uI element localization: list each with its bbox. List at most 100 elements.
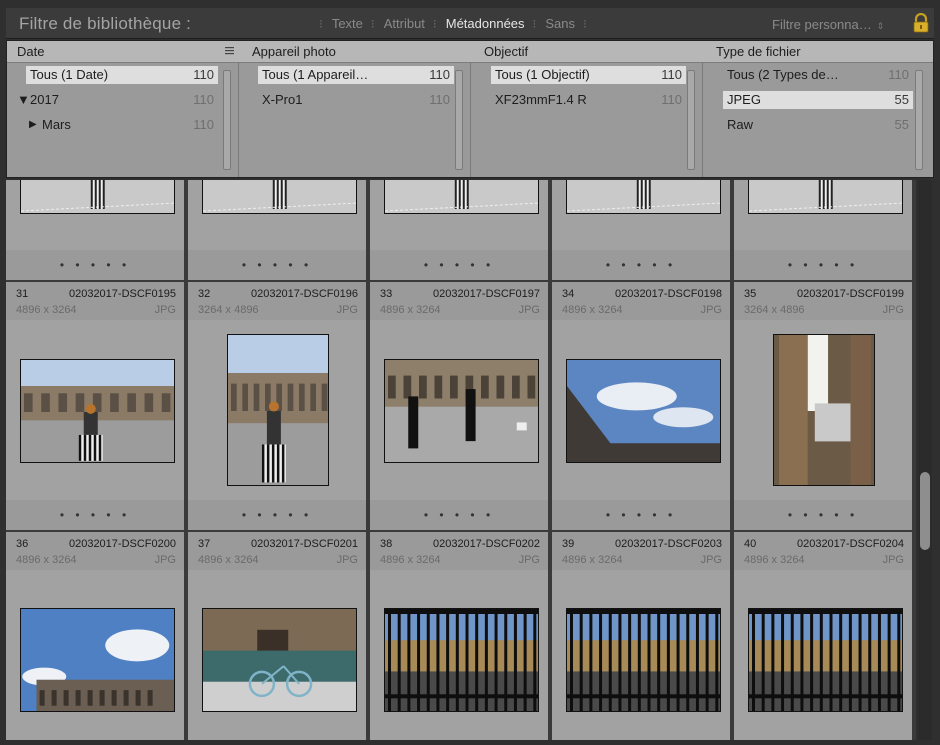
collapse-triangle-icon[interactable]: ▶ xyxy=(29,119,37,130)
tab-text[interactable]: Texte xyxy=(332,16,363,31)
photo-thumbnail[interactable] xyxy=(748,180,903,214)
filter-bar-title: Filtre de bibliothèque : xyxy=(19,14,192,33)
photo-index: 37 xyxy=(198,538,211,550)
column-header-date[interactable]: Date xyxy=(17,44,44,59)
photo-dimensions: 4896 x 3264 xyxy=(744,554,805,566)
photo-thumbnail[interactable] xyxy=(20,180,175,214)
cell-dots: • • • • • xyxy=(605,508,677,522)
photo-thumbnail[interactable] xyxy=(384,608,539,712)
column-header-camera[interactable]: Appareil photo xyxy=(252,44,336,59)
list-item[interactable]: ▼ 2017 110 xyxy=(13,91,218,109)
photo-thumbnail[interactable] xyxy=(202,608,357,712)
grid-cell[interactable]: 31 02032017-DSCF0195 4896 x 3264 JPG • • • •… xyxy=(6,282,186,530)
grid-cell[interactable]: 39 02032017-DSCF0203 4896 x 3264 JPG xyxy=(552,532,732,740)
grid-cell[interactable]: 33 02032017-DSCF0197 4896 x 3264 JPG • • • •… xyxy=(370,282,550,530)
list-item[interactable]: JPEG 55 xyxy=(723,91,913,109)
column-scrollbar[interactable] xyxy=(915,70,923,170)
photo-extension: JPG xyxy=(336,554,358,566)
tab-metadata[interactable]: Métadonnées xyxy=(446,16,525,31)
photo-extension: JPG xyxy=(154,304,176,316)
photo-extension: JPG xyxy=(700,304,722,316)
photo-index: 32 xyxy=(198,288,211,300)
cell-header: 40 02032017-DSCF0204 4896 x 3264 JPG xyxy=(734,532,912,570)
list-item[interactable]: Tous (1 Date) 110 xyxy=(26,66,218,84)
library-window: Filtre de bibliothèque : ⁝ Texte ⁝ Attri… xyxy=(0,0,940,745)
grid-cell[interactable]: 36 02032017-DSCF0200 4896 x 3264 JPG xyxy=(6,532,186,740)
grid-cell[interactable]: 32 02032017-DSCF0196 3264 x 4896 JPG • • • •… xyxy=(188,282,368,530)
cell-footer: • • • • • xyxy=(734,250,912,280)
cell-dots: • • • • • xyxy=(59,508,131,522)
photo-thumbnail[interactable] xyxy=(566,359,721,463)
grid-cell-partial[interactable]: • • • • • xyxy=(734,180,914,280)
column-menu-icon[interactable] xyxy=(225,46,234,55)
cell-dots: • • • • • xyxy=(787,508,859,522)
cell-footer: • • • • • xyxy=(6,500,184,530)
list-item[interactable]: Tous (2 Types de… 110 xyxy=(723,66,913,84)
photo-thumbnail[interactable] xyxy=(566,608,721,712)
grid-cell[interactable]: 40 02032017-DSCF0204 4896 x 3264 JPG xyxy=(734,532,914,740)
column-header-lens[interactable]: Objectif xyxy=(484,44,528,59)
grid-cell-partial[interactable]: • • • • • xyxy=(370,180,550,280)
photo-dimensions: 3264 x 4896 xyxy=(744,304,805,316)
cell-footer: • • • • • xyxy=(188,500,366,530)
cell-footer: • • • • • xyxy=(370,250,548,280)
grid-cell[interactable]: 38 02032017-DSCF0202 4896 x 3264 JPG xyxy=(370,532,550,740)
photo-thumbnail[interactable] xyxy=(748,608,903,712)
list-item[interactable]: Tous (1 Appareil… 110 xyxy=(258,66,454,84)
photo-thumbnail[interactable] xyxy=(202,180,357,214)
photo-extension: JPG xyxy=(154,554,176,566)
cell-dots: • • • • • xyxy=(423,508,495,522)
cell-dots: • • • • • xyxy=(241,508,313,522)
photo-index: 39 xyxy=(562,538,575,550)
photo-thumbnail[interactable] xyxy=(227,334,329,486)
padlock-icon[interactable] xyxy=(912,13,930,33)
grid-scrollbar[interactable] xyxy=(918,180,932,740)
photo-thumbnail[interactable] xyxy=(384,180,539,214)
grid-cell-partial[interactable]: • • • • • xyxy=(552,180,732,280)
photo-thumbnail[interactable] xyxy=(773,334,875,486)
photo-thumbnail[interactable] xyxy=(566,180,721,214)
cell-footer: • • • • • xyxy=(6,250,184,280)
metadata-browser: Date Appareil photo Objectif Type de fic… xyxy=(6,40,934,178)
custom-filter-dropdown[interactable]: Filtre personna… ⇕ xyxy=(772,17,884,32)
photo-extension: JPG xyxy=(882,304,904,316)
grid-cell-partial[interactable]: • • • • • xyxy=(188,180,368,280)
tab-attribute[interactable]: Attribut xyxy=(384,16,425,31)
column-scrollbar[interactable] xyxy=(455,70,463,170)
photo-thumbnail[interactable] xyxy=(20,359,175,463)
column-scrollbar[interactable] xyxy=(687,70,695,170)
list-item[interactable]: ▶ Mars 110 xyxy=(25,116,218,134)
grid-cell-partial[interactable]: • • • • • xyxy=(6,180,186,280)
cell-header: 38 02032017-DSCF0202 4896 x 3264 JPG xyxy=(370,532,548,570)
tab-none[interactable]: Sans xyxy=(545,16,575,31)
cell-dots: • • • • • xyxy=(605,258,677,272)
metadata-column-lens: Tous (1 Objectif) 110 XF23mmF1.4 R 110 xyxy=(471,63,703,177)
list-item[interactable]: Raw 55 xyxy=(723,116,913,134)
column-header-filetype[interactable]: Type de fichier xyxy=(716,44,801,59)
cell-footer: • • • • • xyxy=(552,500,730,530)
list-item[interactable]: X-Pro1 110 xyxy=(258,91,454,109)
list-item[interactable]: Tous (1 Objectif) 110 xyxy=(491,66,686,84)
photo-index: 36 xyxy=(16,538,29,550)
library-filter-bar: Filtre de bibliothèque : ⁝ Texte ⁝ Attri… xyxy=(6,8,934,39)
photo-thumbnail[interactable] xyxy=(384,359,539,463)
photo-dimensions: 4896 x 3264 xyxy=(16,304,77,316)
dropdown-arrow-icon: ⇕ xyxy=(876,21,885,31)
photo-dimensions: 4896 x 3264 xyxy=(562,304,623,316)
expand-triangle-icon[interactable]: ▼ xyxy=(17,92,30,107)
grid-cell[interactable]: 37 02032017-DSCF0201 4896 x 3264 JPG xyxy=(188,532,368,740)
cell-header: 31 02032017-DSCF0195 4896 x 3264 JPG xyxy=(6,282,184,320)
cell-header: 32 02032017-DSCF0196 3264 x 4896 JPG xyxy=(188,282,366,320)
grid-cell[interactable]: 35 02032017-DSCF0199 3264 x 4896 JPG • • • •… xyxy=(734,282,914,530)
grid-cell[interactable]: 34 02032017-DSCF0198 4896 x 3264 JPG • • • •… xyxy=(552,282,732,530)
photo-index: 31 xyxy=(16,288,29,300)
cell-header: 33 02032017-DSCF0197 4896 x 3264 JPG xyxy=(370,282,548,320)
scrollbar-thumb[interactable] xyxy=(920,472,930,550)
photo-index: 38 xyxy=(380,538,393,550)
photo-extension: JPG xyxy=(336,304,358,316)
metadata-column-filetype: Tous (2 Types de… 110 JPEG 55 Raw 55 xyxy=(703,63,933,177)
list-item[interactable]: XF23mmF1.4 R 110 xyxy=(491,91,686,109)
column-scrollbar[interactable] xyxy=(223,70,231,170)
photo-dimensions: 4896 x 3264 xyxy=(16,554,77,566)
photo-thumbnail[interactable] xyxy=(20,608,175,712)
